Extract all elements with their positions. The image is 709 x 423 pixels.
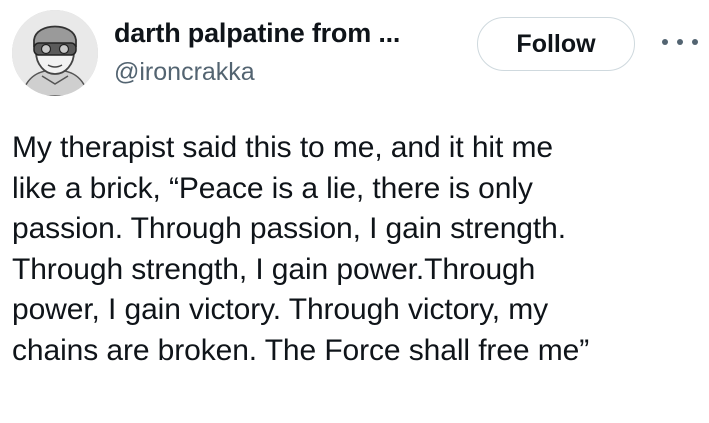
tweet-text-line: chains are broken. The Force shall free … (12, 333, 590, 367)
tweet-text-line: My therapist said this to me, and it hit… (12, 131, 553, 164)
tweet-text-line: Through strength, I gain power.Through (12, 252, 536, 286)
avatar-illustration (12, 10, 98, 96)
tweet-text-line: power, I gain victory. Through victory, … (12, 293, 549, 327)
tweet-text: My therapist said this to me, and it hit… (12, 128, 702, 372)
more-dot (662, 39, 668, 45)
tweet-text-line: like a brick, “Peace is a lie, there is … (12, 171, 533, 205)
avatar[interactable] (12, 10, 98, 96)
tweet-card: darth palpatine from ... @ironcrakka Fol… (0, 0, 709, 423)
more-dot (692, 39, 698, 45)
tweet-text-line: passion. Through passion, I gain strengt… (12, 212, 566, 246)
user-handle[interactable]: @ironcrakka (114, 58, 255, 87)
display-name[interactable]: darth palpatine from ... (114, 18, 400, 49)
follow-button[interactable]: Follow (477, 17, 635, 71)
more-horizontal-icon[interactable] (662, 30, 698, 54)
more-dot (677, 39, 683, 45)
